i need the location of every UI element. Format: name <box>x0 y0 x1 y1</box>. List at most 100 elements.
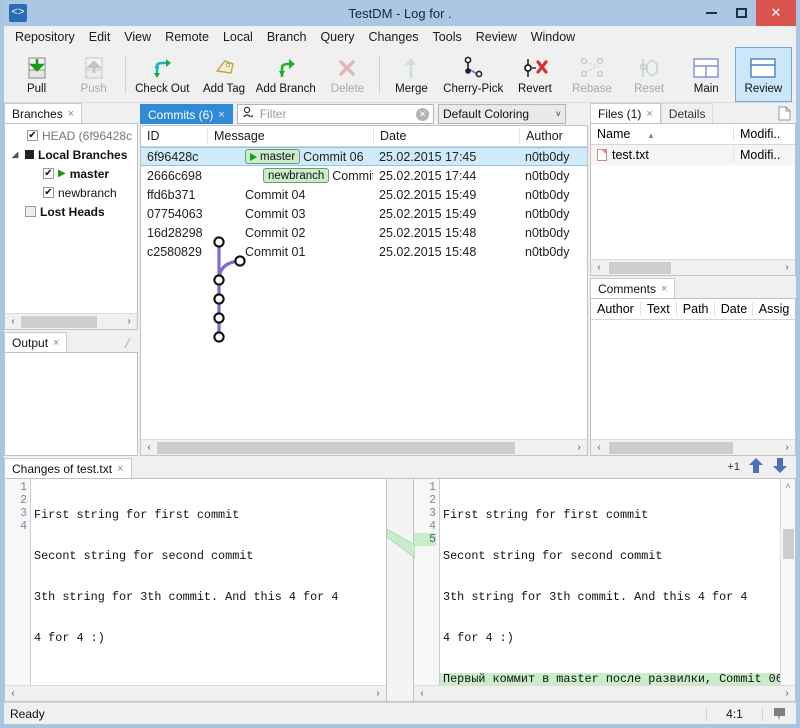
scroll-track[interactable] <box>21 686 370 701</box>
comment-balloon-icon[interactable] <box>762 706 796 721</box>
chevron-down-icon[interactable]: ˅ <box>556 109 561 119</box>
scroll-up-icon[interactable]: ˄ <box>785 479 790 493</box>
scroll-thumb[interactable] <box>609 261 671 274</box>
tab-files[interactable]: Files (1) × <box>590 103 661 123</box>
menu-edit[interactable]: Edit <box>82 28 118 46</box>
diff-right-vscrollbar[interactable]: ˄ <box>780 479 795 685</box>
tab-changes[interactable]: Changes of test.txt × <box>4 458 132 478</box>
commits-hscrollbar[interactable]: ‹ › <box>141 439 587 455</box>
scroll-left-icon[interactable]: ‹ <box>414 688 430 699</box>
toolbar-layout-review-button[interactable]: Review <box>734 47 793 102</box>
scroll-left-icon[interactable]: ‹ <box>5 316 21 327</box>
column-header-date[interactable]: Date <box>373 129 519 143</box>
close-icon[interactable]: × <box>117 463 123 475</box>
close-icon[interactable]: × <box>646 108 652 120</box>
toolbar-addbranch-button[interactable]: Add Branch <box>253 47 319 102</box>
table-row[interactable]: 2666c698 newbranch Commit 05 25.02.2015 … <box>141 166 587 185</box>
scroll-right-icon[interactable]: › <box>370 688 386 699</box>
checkbox-checked-icon[interactable] <box>43 168 54 179</box>
toolbar-merge-button[interactable]: Merge <box>383 47 440 102</box>
scroll-track[interactable] <box>157 440 571 455</box>
toolbar-layout-main-button[interactable]: Main <box>678 47 735 102</box>
tree-item-head[interactable]: HEAD (6f96428c <box>5 126 137 145</box>
column-header-modification[interactable]: Modifi.. <box>733 127 795 141</box>
scroll-right-icon[interactable]: › <box>779 442 795 453</box>
toolbar-reset-button[interactable]: Reset <box>621 47 678 102</box>
scroll-right-icon[interactable]: › <box>779 262 795 273</box>
toolbar-delete-button[interactable]: Delete <box>319 47 376 102</box>
column-header-path[interactable]: Path <box>675 302 714 316</box>
tab-details[interactable]: Details <box>660 103 714 123</box>
menu-repository[interactable]: Repository <box>8 28 82 46</box>
menu-query[interactable]: Query <box>313 28 361 46</box>
ref-tag-newbranch[interactable]: newbranch <box>263 168 330 183</box>
table-row[interactable]: 07754063 Commit 03 25.02.2015 15:49 n0tb… <box>141 204 587 223</box>
tab-branches[interactable]: Branches × <box>4 103 83 123</box>
scroll-left-icon[interactable]: ‹ <box>141 442 157 453</box>
tree-item-newbranch[interactable]: newbranch <box>5 183 137 202</box>
column-header-name[interactable]: Name ▲ <box>591 127 733 141</box>
files-hscrollbar[interactable]: ‹ › <box>591 259 795 275</box>
toolbar-pull-button[interactable]: Pull <box>8 47 65 102</box>
column-header-date[interactable]: Date <box>713 302 752 316</box>
close-icon[interactable]: × <box>661 283 667 295</box>
scroll-right-icon[interactable]: › <box>571 442 587 453</box>
output-panel[interactable] <box>4 352 138 456</box>
column-header-message[interactable]: Message <box>207 129 373 143</box>
table-row[interactable]: c2580829 Commit 01 25.02.2015 15:48 n0tb… <box>141 242 587 261</box>
toolbar-addtag-button[interactable]: Add Tag <box>195 47 252 102</box>
coloring-select[interactable]: Default Coloring ˅ <box>438 104 566 124</box>
tab-comments[interactable]: Comments × <box>590 278 676 298</box>
diff-right-hscrollbar[interactable]: ‹ › <box>414 685 795 701</box>
document-icon[interactable] <box>772 104 796 123</box>
scroll-thumb[interactable] <box>21 315 97 328</box>
scroll-track[interactable] <box>430 686 779 701</box>
comments-hscrollbar[interactable]: ‹ › <box>591 439 795 455</box>
filter-input[interactable]: Filter ✕ <box>236 104 434 124</box>
table-row[interactable]: 6f96428c master Commit 06 25.02.2015 17:… <box>141 147 587 166</box>
tree-item-master[interactable]: ▶ master <box>5 164 137 183</box>
menu-review[interactable]: Review <box>469 28 524 46</box>
toolbar-revert-button[interactable]: Revert <box>506 47 563 102</box>
menu-tools[interactable]: Tools <box>426 28 469 46</box>
close-icon[interactable]: × <box>68 108 74 120</box>
scroll-thumb[interactable] <box>609 441 733 454</box>
diff-left-code[interactable]: 1 2 3 4 First string for first commit Se… <box>5 479 386 685</box>
list-item[interactable]: test.txt Modifi.. <box>591 145 795 165</box>
tab-output[interactable]: Output × <box>4 332 68 352</box>
checkbox-unchecked-icon[interactable] <box>25 206 36 217</box>
table-row[interactable]: ffd6b371 Commit 04 25.02.2015 15:49 n0tb… <box>141 185 587 204</box>
scroll-track[interactable] <box>607 260 779 275</box>
toolbar-rebase-button[interactable]: Rebase <box>563 47 620 102</box>
output-grip-icon[interactable] <box>116 334 138 352</box>
diff-right-code[interactable]: 1 2 3 4 5 First string for first commit … <box>414 479 795 685</box>
checkbox-checked-icon[interactable] <box>43 187 54 198</box>
toolbar-push-button[interactable]: Push <box>65 47 122 102</box>
column-header-text[interactable]: Text <box>639 302 676 316</box>
scroll-right-icon[interactable]: › <box>779 688 795 699</box>
close-icon[interactable]: × <box>53 337 59 349</box>
clear-circle-icon[interactable]: ✕ <box>416 107 429 121</box>
scroll-left-icon[interactable]: ‹ <box>5 688 21 699</box>
column-header-author[interactable]: Author <box>591 302 640 316</box>
menu-local[interactable]: Local <box>216 28 260 46</box>
scroll-right-icon[interactable]: › <box>121 316 137 327</box>
scroll-thumb[interactable] <box>782 529 794 559</box>
checkbox-checked-icon[interactable] <box>27 130 38 141</box>
scroll-left-icon[interactable]: ‹ <box>591 442 607 453</box>
tree-item-local-branches[interactable]: ◢ Local Branches <box>5 145 137 164</box>
scroll-track[interactable] <box>607 440 779 455</box>
table-row[interactable]: 16d28298 Commit 02 25.02.2015 15:48 n0tb… <box>141 223 587 242</box>
scroll-left-icon[interactable]: ‹ <box>591 262 607 273</box>
toolbar-cherrypick-button[interactable]: Cherry-Pick <box>440 47 506 102</box>
diff-left-hscrollbar[interactable]: ‹ › <box>5 685 386 701</box>
up-arrow-icon[interactable] <box>748 457 764 477</box>
menu-changes[interactable]: Changes <box>362 28 426 46</box>
diff-splitter[interactable] <box>386 479 415 701</box>
tristate-box-icon[interactable] <box>25 150 34 159</box>
minimize-button[interactable] <box>696 0 726 26</box>
tree-item-lost-heads[interactable]: Lost Heads <box>5 202 137 221</box>
tab-commits[interactable]: Commits (6) × <box>140 104 233 124</box>
twisty-expanded-icon[interactable]: ◢ <box>9 149 21 160</box>
close-icon[interactable]: × <box>218 109 224 121</box>
